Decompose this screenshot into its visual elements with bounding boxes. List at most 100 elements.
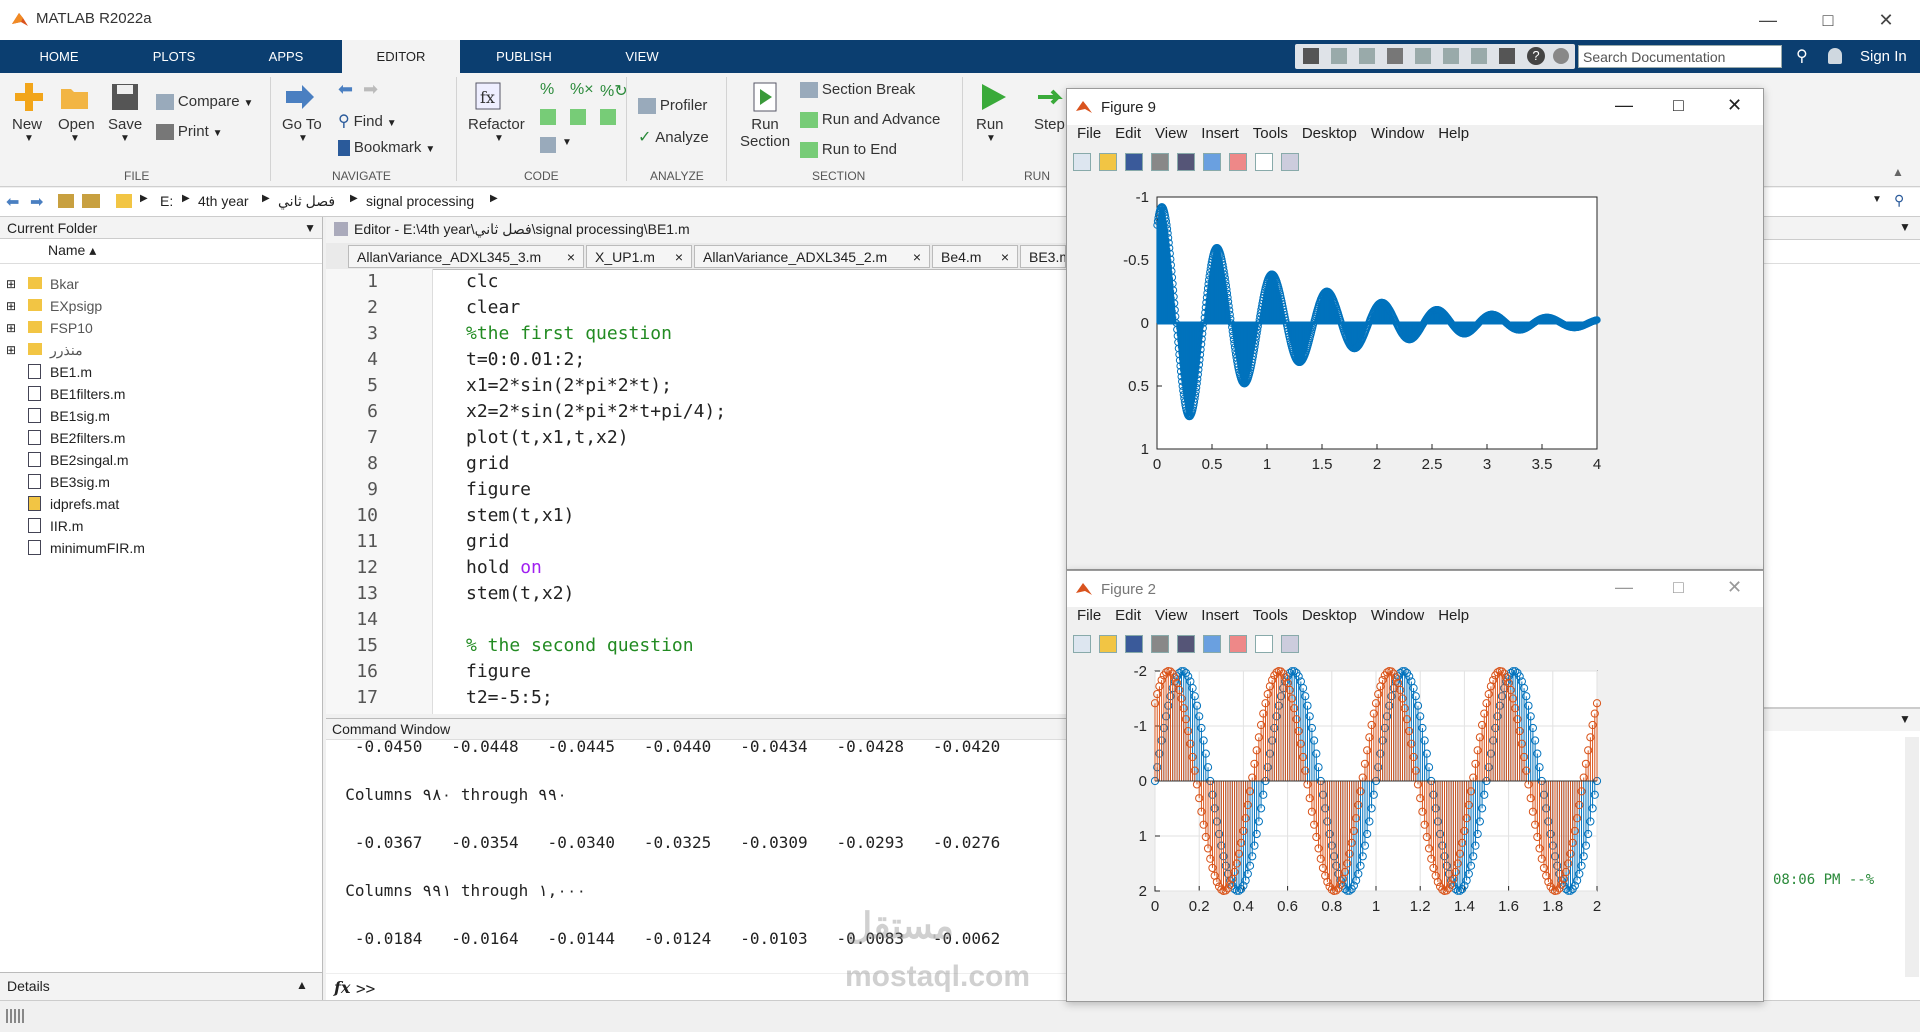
code-line[interactable]: %the first question bbox=[466, 321, 672, 347]
compare-button[interactable]: Compare ▼ bbox=[156, 93, 253, 111]
menu-window[interactable]: Window bbox=[1371, 125, 1424, 142]
menu-edit[interactable]: Edit bbox=[1115, 607, 1141, 624]
print-button[interactable]: Print ▼ bbox=[156, 123, 223, 141]
smart-indent-icon[interactable] bbox=[540, 109, 556, 125]
file-item[interactable]: minimumFIR.m bbox=[0, 537, 322, 559]
decrease-indent-icon[interactable] bbox=[600, 109, 616, 125]
new-figure-icon[interactable] bbox=[1073, 153, 1091, 171]
tab-publish[interactable]: PUBLISH bbox=[460, 40, 588, 73]
profiler-button[interactable]: Profiler bbox=[638, 97, 707, 115]
folder-item[interactable]: ⊞ منذرر bbox=[0, 339, 322, 361]
expand-plus-icon[interactable]: ⊞ bbox=[6, 273, 16, 295]
tab-apps[interactable]: APPS bbox=[230, 40, 342, 73]
search-folder-icon[interactable]: ⚲ bbox=[1894, 192, 1904, 209]
menu-file[interactable]: File bbox=[1077, 125, 1101, 142]
tab-plots[interactable]: PLOTS bbox=[118, 40, 230, 73]
minimize-button[interactable]: — bbox=[1615, 95, 1633, 116]
minimize-button[interactable]: — bbox=[1748, 8, 1788, 32]
comment-icon[interactable]: % bbox=[540, 81, 554, 99]
print-figure-icon[interactable] bbox=[1151, 153, 1169, 171]
open-file-icon[interactable] bbox=[1099, 153, 1117, 171]
path-segment-drive[interactable]: E: bbox=[160, 193, 173, 209]
open-file-icon[interactable] bbox=[1099, 635, 1117, 653]
menu-edit[interactable]: Edit bbox=[1115, 125, 1141, 142]
code-line[interactable]: x2=2*sin(2*pi*2*t+pi/4); bbox=[466, 399, 726, 425]
file-item[interactable]: BE1sig.m bbox=[0, 405, 322, 427]
wrap-comments-icon[interactable]: %↻ bbox=[600, 81, 628, 101]
editor-tab[interactable]: Be4.m × bbox=[932, 245, 1018, 268]
chevron-down-icon[interactable]: ▼ bbox=[562, 137, 572, 148]
code-line[interactable]: clc bbox=[466, 269, 499, 295]
close-button[interactable]: ✕ bbox=[1727, 577, 1742, 598]
colorbar-icon[interactable] bbox=[1203, 635, 1221, 653]
code-line[interactable]: clear bbox=[466, 295, 520, 321]
maximize-button[interactable]: □ bbox=[1673, 577, 1684, 598]
back-arrow-icon[interactable]: ⬅ bbox=[6, 192, 19, 212]
file-item[interactable]: BE2singal.m bbox=[0, 449, 322, 471]
save-figure-icon[interactable] bbox=[1125, 635, 1143, 653]
editor-tab[interactable]: AllanVariance_ADXL345_3.m × bbox=[348, 245, 584, 268]
refactor-button[interactable]: fx Refactor ▼ bbox=[468, 81, 525, 144]
code-line[interactable]: grid bbox=[466, 451, 509, 477]
expand-plus-icon[interactable]: ⊞ bbox=[6, 295, 16, 317]
step-button[interactable]: Step bbox=[1034, 81, 1068, 133]
close-tab-icon[interactable]: × bbox=[913, 246, 921, 269]
path-segment-semester[interactable]: فصل ثاني bbox=[278, 193, 335, 210]
sign-in-link[interactable]: Sign In bbox=[1860, 48, 1907, 65]
menu-desktop[interactable]: Desktop bbox=[1302, 125, 1357, 142]
link-plot-icon[interactable] bbox=[1177, 635, 1195, 653]
save-figure-icon[interactable] bbox=[1125, 153, 1143, 171]
new-figure-icon[interactable] bbox=[1073, 635, 1091, 653]
menu-help[interactable]: Help bbox=[1438, 125, 1469, 142]
file-item[interactable]: IIR.m bbox=[0, 515, 322, 537]
copy-icon[interactable] bbox=[1359, 48, 1375, 64]
editor-tab[interactable]: X_UP1.m × bbox=[586, 245, 692, 268]
close-button[interactable]: ✕ bbox=[1727, 95, 1742, 116]
browse-folder-icon[interactable] bbox=[82, 194, 100, 208]
expand-icon[interactable]: ▲ bbox=[296, 978, 308, 992]
section-break-button[interactable]: Section Break bbox=[800, 81, 915, 99]
code-line[interactable]: stem(t,x1) bbox=[466, 503, 574, 529]
path-segment-year[interactable]: 4th year bbox=[198, 193, 249, 209]
link-plot-icon[interactable] bbox=[1177, 153, 1195, 171]
forward-arrow-icon[interactable]: ➡ bbox=[30, 192, 43, 212]
maximize-button[interactable]: □ bbox=[1808, 8, 1848, 32]
menu-tools[interactable]: Tools bbox=[1253, 607, 1288, 624]
legend-icon[interactable] bbox=[1229, 153, 1247, 171]
details-panel[interactable]: Details ▲ bbox=[0, 972, 323, 1001]
path-segment-folder[interactable]: signal processing bbox=[366, 193, 474, 209]
minimize-button[interactable]: — bbox=[1615, 577, 1633, 598]
file-item[interactable]: BE1.m bbox=[0, 361, 322, 383]
code-line[interactable]: t=0:0.01:2; bbox=[466, 347, 585, 373]
file-item[interactable]: BE3sig.m bbox=[0, 471, 322, 493]
menu-view[interactable]: View bbox=[1155, 125, 1187, 142]
code-line[interactable]: figure bbox=[466, 659, 531, 685]
forward-arrow-icon[interactable]: ➡ bbox=[363, 79, 378, 99]
uncomment-icon[interactable]: %× bbox=[570, 81, 594, 99]
run-button[interactable]: Run ▼ bbox=[976, 81, 1010, 144]
search-icon[interactable]: ⚲ bbox=[1796, 46, 1808, 66]
code-line[interactable]: x1=2*sin(2*pi*2*t); bbox=[466, 373, 672, 399]
panel-menu-icon[interactable]: ▼ bbox=[304, 217, 316, 239]
run-section-button[interactable]: Run Section bbox=[740, 81, 790, 150]
up-folder-icon[interactable] bbox=[58, 194, 74, 208]
editor-tab[interactable]: BE3.m bbox=[1020, 245, 1066, 268]
file-item[interactable]: BE1filters.m bbox=[0, 383, 322, 405]
menu-file[interactable]: File bbox=[1077, 607, 1101, 624]
panel-menu-icon[interactable]: ▼ bbox=[1899, 220, 1911, 234]
tab-home[interactable]: HOME bbox=[0, 40, 118, 73]
collapse-ribbon-icon[interactable]: ▲ bbox=[1892, 165, 1904, 179]
bookmark-button[interactable]: Bookmark ▼ bbox=[338, 139, 435, 157]
new-button[interactable]: New ▼ bbox=[12, 81, 46, 144]
cut-icon[interactable] bbox=[1331, 48, 1347, 64]
edit-plot-pointer-icon[interactable] bbox=[1255, 635, 1273, 653]
increase-indent-icon[interactable] bbox=[570, 109, 586, 125]
name-column-header[interactable]: Name ▴ bbox=[48, 242, 96, 259]
menu-insert[interactable]: Insert bbox=[1201, 125, 1239, 142]
find-button[interactable]: ⚲ Find ▼ bbox=[338, 111, 397, 131]
save-icon[interactable] bbox=[1303, 48, 1319, 64]
code-area[interactable]: clc clear %the first question t=0:0.01:2; x1… bbox=[326, 269, 1066, 714]
path-dropdown-icon[interactable]: ▼ bbox=[1872, 194, 1882, 205]
print-figure-icon[interactable] bbox=[1151, 635, 1169, 653]
open-button[interactable]: Open ▼ bbox=[58, 81, 95, 144]
